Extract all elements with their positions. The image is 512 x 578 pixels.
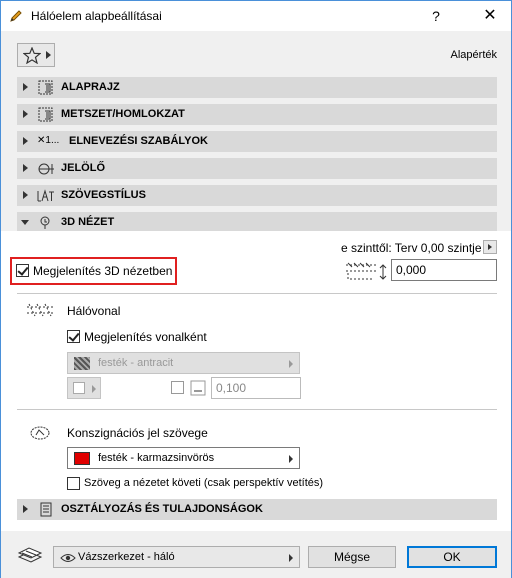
- window-title: Hálóelem alapbeállításai: [31, 9, 162, 23]
- line-material-label: festék - antracit: [98, 357, 174, 369]
- dialog-window: Hálóelem alapbeállításai ? ✕ Alapérték A…: [0, 0, 512, 578]
- line-weight-icon: [190, 380, 206, 396]
- panel-text-style[interactable]: SZÖVEGSTÍLUS: [17, 185, 497, 206]
- layer-dropdown[interactable]: Vázszerkezet - háló: [53, 546, 300, 568]
- 3d-view-icon: [40, 216, 50, 229]
- floor-reference-note: e szinttől: Terv 0,00 szintje: [341, 241, 482, 255]
- floor-select-button[interactable]: [483, 240, 497, 254]
- line-value-input[interactable]: 0,100: [211, 377, 301, 399]
- pencil-icon: [10, 10, 22, 22]
- panel-label: METSZET/HOMLOKZAT: [61, 108, 185, 120]
- panel-section-elevation[interactable]: METSZET/HOMLOKZAT: [17, 104, 497, 125]
- title-bar: Hálóelem alapbeállításai ? ✕: [1, 1, 511, 31]
- text-style-icon: [37, 189, 54, 202]
- material-swatch: [74, 357, 90, 370]
- panel-marker[interactable]: JELÖLŐ: [17, 158, 497, 179]
- star-icon: [23, 47, 41, 64]
- mesh-line-icon: [27, 303, 53, 317]
- panel-3d-view[interactable]: 3D NÉZET: [17, 212, 497, 233]
- mesh-line-label: Hálóvonal: [67, 304, 121, 318]
- panel-label: JELÖLŐ: [61, 162, 106, 174]
- panel-classification[interactable]: OSZTÁLYOZÁS ÉS TULAJDONSÁGOK: [17, 499, 497, 520]
- expand-arrow-icon: [23, 83, 28, 91]
- panel-label: ELNEVEZÉSI SZABÁLYOK: [69, 135, 208, 147]
- show-in-3d-checkbox[interactable]: [16, 264, 29, 277]
- chevron-right-icon: [289, 360, 293, 368]
- panel-naming-rules[interactable]: ✕1... ELNEVEZÉSI SZABÁLYOK: [17, 131, 497, 152]
- chevron-right-icon: [92, 385, 96, 393]
- show-as-line-label: Megjelenítés vonalként: [84, 330, 207, 344]
- pen-swatch: [73, 382, 85, 394]
- material-color-swatch: [74, 452, 90, 465]
- help-button[interactable]: ?: [421, 5, 451, 27]
- follow-view-label: Szöveg a nézetet követi (csak perspektív…: [84, 477, 324, 489]
- close-button[interactable]: ✕: [475, 5, 505, 27]
- naming-rules-icon: ✕1...: [37, 135, 60, 146]
- show-as-line-checkbox[interactable]: [67, 330, 80, 343]
- default-label: Alapérték: [450, 49, 497, 61]
- favorites-button[interactable]: [17, 43, 55, 67]
- expand-arrow-icon: [23, 137, 28, 145]
- line-weight-checkbox[interactable]: [171, 381, 184, 394]
- elevation-icon: [346, 262, 387, 280]
- chevron-right-icon: [289, 455, 293, 463]
- chevron-right-icon: [289, 554, 293, 562]
- section-icon: [38, 107, 53, 122]
- ok-button[interactable]: OK: [407, 546, 497, 568]
- pen-selector[interactable]: [67, 377, 101, 399]
- chevron-right-icon: [46, 51, 51, 59]
- consignation-label: Konszignációs jel szövege: [67, 426, 208, 440]
- panel-floor-plan[interactable]: ALAPRAJZ: [17, 77, 497, 98]
- expand-arrow-icon: [23, 191, 28, 199]
- text-material-dropdown[interactable]: festék - karmazsinvörös: [67, 447, 300, 469]
- line-material-dropdown[interactable]: festék - antracit: [67, 352, 300, 374]
- panel-label: ALAPRAJZ: [61, 81, 120, 93]
- show-in-3d-label: Megjelenítés 3D nézetben: [33, 264, 173, 278]
- layer-icon: [17, 547, 43, 563]
- expand-arrow-icon: [23, 110, 28, 118]
- collapse-arrow-icon: [21, 220, 29, 225]
- follow-view-checkbox[interactable]: [67, 477, 80, 490]
- panel-label: 3D NÉZET: [61, 216, 115, 228]
- cancel-button[interactable]: Mégse: [308, 546, 396, 568]
- label-marker-icon: [30, 426, 50, 440]
- divider: [17, 293, 497, 294]
- marker-icon: [38, 163, 54, 175]
- layer-label: Vázszerkezet - háló: [78, 551, 175, 563]
- document-icon: [40, 502, 52, 517]
- panel-label: SZÖVEGSTÍLUS: [61, 189, 146, 201]
- eye-icon: [60, 554, 76, 562]
- elevation-input[interactable]: 0,000: [391, 259, 497, 281]
- floor-plan-icon: [38, 80, 53, 95]
- expand-arrow-icon: [23, 164, 28, 172]
- divider: [17, 409, 497, 410]
- text-material-label: festék - karmazsinvörös: [98, 452, 215, 464]
- expand-arrow-icon: [23, 505, 28, 513]
- panel-label: OSZTÁLYOZÁS ÉS TULAJDONSÁGOK: [61, 503, 263, 515]
